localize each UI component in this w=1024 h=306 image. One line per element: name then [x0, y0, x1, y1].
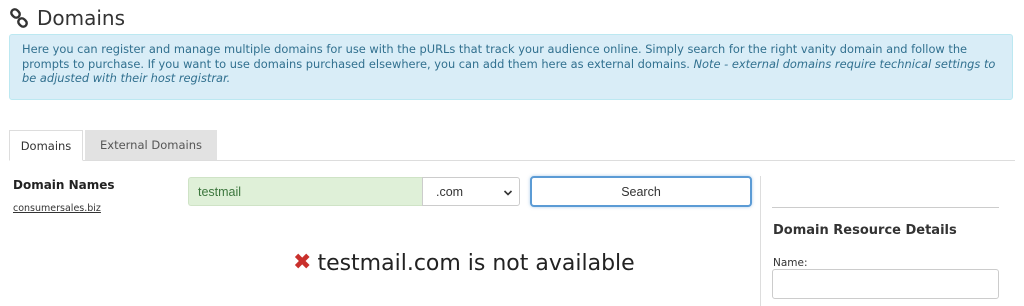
- domain-link[interactable]: consumersales.biz: [13, 203, 101, 214]
- availability-result: ✖ testmail.com is not available: [293, 247, 635, 279]
- domain-names-heading: Domain Names: [13, 178, 115, 192]
- availability-message: testmail.com is not available: [317, 250, 635, 276]
- domain-search-input[interactable]: testmail: [188, 177, 422, 206]
- link-icon: [9, 8, 29, 28]
- tld-select-value: .com: [436, 184, 464, 199]
- name-label: Name:: [773, 257, 808, 269]
- panel-divider: [760, 176, 761, 306]
- x-mark-icon: ✖: [293, 250, 312, 275]
- details-divider: [772, 207, 999, 208]
- chevron-down-icon: [503, 187, 513, 201]
- domain-resource-details-heading: Domain Resource Details: [773, 223, 957, 238]
- search-button[interactable]: Search: [530, 176, 752, 207]
- tab-domains[interactable]: Domains: [9, 130, 83, 161]
- page-title-text: Domains: [37, 6, 126, 30]
- name-input[interactable]: [772, 269, 999, 299]
- page-title: Domains: [9, 4, 125, 32]
- tld-select[interactable]: .com: [422, 177, 520, 206]
- tab-bar: Domains External Domains: [9, 130, 1015, 161]
- tab-external-domains[interactable]: External Domains: [85, 130, 217, 160]
- info-alert: Here you can register and manage multipl…: [9, 34, 1013, 100]
